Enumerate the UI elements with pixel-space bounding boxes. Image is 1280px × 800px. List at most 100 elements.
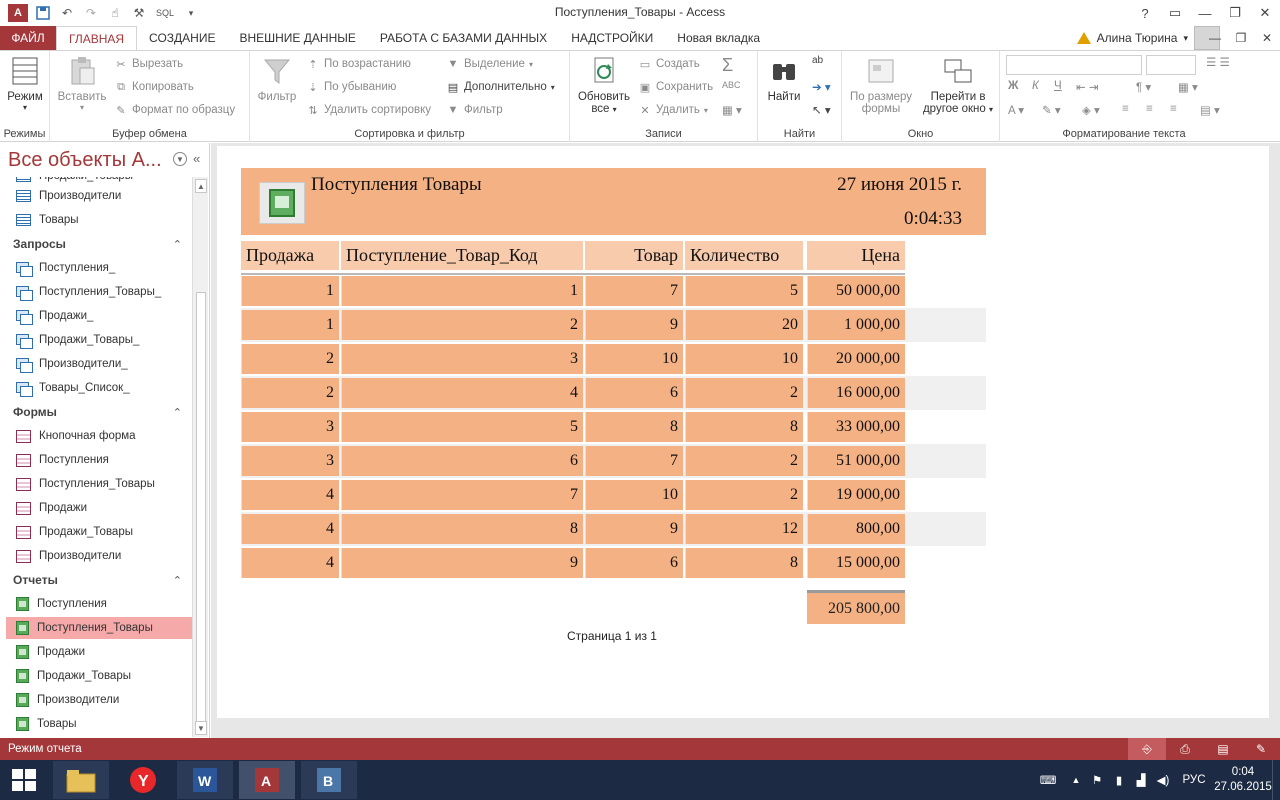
delete-record-button[interactable]: ✕ Удалить ▾	[638, 103, 708, 117]
nav-item-query[interactable]: Продажи_Товары_	[6, 329, 192, 351]
scroll-thumb[interactable]	[196, 292, 206, 722]
nav-item-table[interactable]: Товары	[6, 209, 192, 231]
select-icon[interactable]: ↖ ▾	[812, 103, 831, 117]
advanced-filter-button[interactable]: ▤ Дополнительно ▾	[446, 80, 555, 94]
nav-category[interactable]: Отчеты ⌃	[6, 569, 192, 591]
remove-sort-button[interactable]: ⇅ Удалить сортировку	[306, 103, 431, 117]
font-color-icon[interactable]: A ▾	[1008, 103, 1024, 117]
undo-icon[interactable]: ↶	[58, 4, 76, 22]
access-app-icon[interactable]: A	[8, 4, 28, 22]
access-taskbar-icon[interactable]: A	[239, 761, 295, 799]
nav-item-form[interactable]: Продажи	[6, 497, 192, 519]
indent-icon[interactable]: ⇤ ⇥	[1076, 80, 1098, 94]
sort-ascending-button[interactable]: ⇡ По возрастанию	[306, 57, 410, 71]
bold-button[interactable]: Ж	[1008, 80, 1018, 92]
help-button[interactable]: ?	[1130, 0, 1160, 26]
bullets-icon[interactable]: ☰ ☰	[1206, 55, 1230, 69]
save-icon[interactable]	[34, 4, 52, 22]
nav-item-report[interactable]: Товары	[6, 713, 192, 735]
report-page[interactable]: Поступления Товары 27 июня 2015 г. 0:04:…	[217, 146, 1269, 718]
explorer-taskbar-icon[interactable]	[53, 761, 109, 799]
nav-scrollbar[interactable]: ▲ ▼	[192, 177, 208, 737]
tools-icon[interactable]: ⚒	[130, 4, 148, 22]
paste-button[interactable]: Вставить ▾	[56, 55, 108, 112]
nav-category[interactable]: Формы ⌃	[6, 401, 192, 423]
restore-ribbon-button[interactable]: ▭	[1160, 0, 1190, 26]
word-taskbar-icon[interactable]: W	[177, 761, 233, 799]
gridlines-icon[interactable]: ▦ ▾	[1178, 80, 1198, 94]
chevron-up-icon[interactable]: ⌃	[173, 574, 182, 587]
touch-mode-icon[interactable]: ☝	[106, 4, 124, 22]
scroll-down-icon[interactable]: ▼	[195, 721, 207, 735]
chevron-up-icon[interactable]: ⌃	[173, 406, 182, 419]
highlight-icon[interactable]: ✎ ▾	[1042, 103, 1061, 117]
refresh-all-button[interactable]: Обновить все ▾	[574, 55, 634, 115]
alt-row-color-icon[interactable]: ▤ ▾	[1200, 103, 1220, 117]
nav-item-query[interactable]: Поступления_Товары_	[6, 281, 192, 303]
redo-icon[interactable]: ↷	[82, 4, 100, 22]
align-left-icon[interactable]: ≡	[1122, 103, 1129, 115]
sql-view-button[interactable]: SQL	[154, 4, 176, 22]
font-name-select[interactable]	[1006, 55, 1142, 75]
paragraph-icon[interactable]: ¶ ▾	[1136, 80, 1151, 94]
yandex-taskbar-icon[interactable]: Y	[115, 761, 171, 799]
nav-category[interactable]: Запросы ⌃	[6, 233, 192, 255]
fill-color-icon[interactable]: ◈ ▾	[1082, 103, 1100, 117]
align-center-icon[interactable]: ≡	[1146, 103, 1153, 115]
nav-item-query[interactable]: Производители_	[6, 353, 192, 375]
language-indicator[interactable]: РУС	[1174, 774, 1214, 786]
maximize-button[interactable]: ❐	[1220, 0, 1250, 26]
copy-button[interactable]: ⧉ Копировать	[114, 80, 194, 94]
nav-item-form[interactable]: Поступления_Товары	[6, 473, 192, 495]
underline-button[interactable]: Ч	[1054, 80, 1062, 92]
find-button[interactable]: Найти	[762, 55, 806, 103]
nav-pane-header[interactable]: Все объекты A... ▼ «	[0, 143, 210, 177]
minimize-button[interactable]: —	[1190, 0, 1220, 26]
tab-create[interactable]: СОЗДАНИЕ	[137, 26, 227, 50]
tab-home[interactable]: ГЛАВНАЯ	[56, 26, 138, 50]
doc-restore-button[interactable]: ❐	[1228, 26, 1254, 50]
scroll-up-icon[interactable]: ▲	[195, 179, 207, 193]
user-account[interactable]: Алина Тюрина ▾	[1076, 26, 1220, 50]
nav-item-form[interactable]: Поступления	[6, 449, 192, 471]
nav-item-query[interactable]: Поступления_	[6, 257, 192, 279]
action-center-icon[interactable]: ⚑	[1086, 773, 1108, 787]
tab-database-tools[interactable]: РАБОТА С БАЗАМИ ДАННЫХ	[368, 26, 559, 50]
volume-icon[interactable]: ◀)	[1152, 773, 1174, 787]
nav-item-report[interactable]: Продажи	[6, 641, 192, 663]
size-to-fit-button[interactable]: По размеру формы	[846, 55, 916, 115]
chevron-down-icon[interactable]: ▼	[173, 152, 187, 166]
close-button[interactable]: ✕	[1250, 0, 1280, 26]
tab-external-data[interactable]: ВНЕШНИЕ ДАННЫЕ	[227, 26, 367, 50]
show-desktop-button[interactable]	[1272, 760, 1280, 800]
customize-qat-icon[interactable]: ▾	[182, 4, 200, 22]
nav-item-report[interactable]: Поступления	[6, 593, 192, 615]
filter-button[interactable]: Фильтр	[254, 55, 300, 103]
tab-file[interactable]: ФАЙЛ	[0, 26, 56, 50]
vk-taskbar-icon[interactable]: B	[301, 761, 357, 799]
nav-item-query[interactable]: Продажи_	[6, 305, 192, 327]
cut-button[interactable]: ✂ Вырезать	[114, 57, 183, 71]
more-records-icon[interactable]: ▦ ▾	[722, 103, 742, 117]
collapse-pane-icon[interactable]: «	[193, 151, 200, 166]
selection-button[interactable]: ▼ Выделение ▾	[446, 57, 533, 71]
nav-item-report[interactable]: Производители	[6, 689, 192, 711]
doc-close-button[interactable]: ✕	[1254, 26, 1280, 50]
tab-new[interactable]: Новая вкладка	[665, 26, 772, 50]
show-hidden-icons-icon[interactable]: ▲	[1066, 775, 1086, 785]
network-icon[interactable]: ▟	[1130, 773, 1152, 787]
sort-descending-button[interactable]: ⇣ По убыванию	[306, 80, 396, 94]
nav-item-form[interactable]: Кнопочная форма	[6, 425, 192, 447]
nav-item-query[interactable]: Товары_Список_	[6, 377, 192, 399]
battery-icon[interactable]: ▮	[1108, 773, 1130, 787]
nav-item-table[interactable]: Производители	[6, 185, 192, 207]
italic-button[interactable]: К	[1032, 80, 1039, 92]
clock[interactable]: 0:04 27.06.2015	[1214, 765, 1272, 795]
toggle-filter-button[interactable]: ▼ Фильтр	[446, 103, 503, 117]
save-record-button[interactable]: ▣ Сохранить	[638, 80, 713, 94]
nav-item-form[interactable]: Продажи_Товары	[6, 521, 192, 543]
nav-item-report[interactable]: Продажи_Товары	[6, 665, 192, 687]
goto-icon[interactable]: ➔ ▾	[812, 80, 831, 94]
report-view-icon[interactable]: ⎆	[1128, 738, 1166, 760]
chevron-up-icon[interactable]: ⌃	[173, 238, 182, 251]
